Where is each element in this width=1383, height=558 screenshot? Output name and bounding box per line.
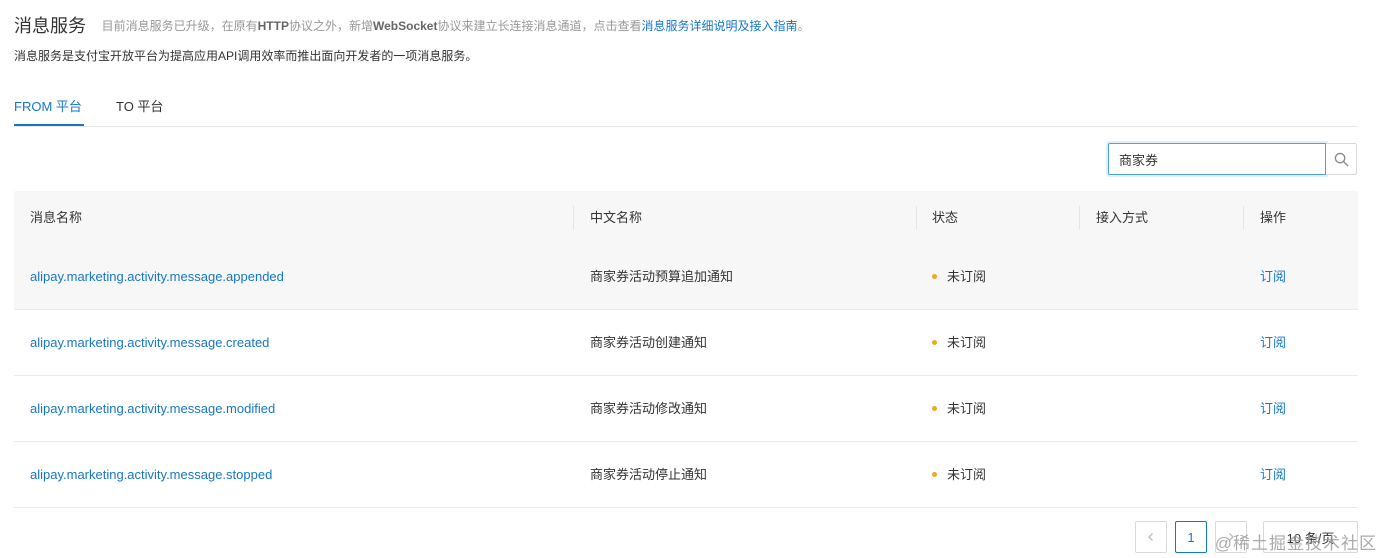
search-button[interactable] <box>1326 143 1357 175</box>
column-divider <box>1243 206 1244 230</box>
status-dot-icon <box>932 406 937 412</box>
table-row: alipay.marketing.activity.message.modifi… <box>14 376 1358 442</box>
column-message-name: 消息名称 <box>30 210 83 225</box>
search-input[interactable] <box>1108 143 1326 175</box>
column-divider <box>1079 206 1080 230</box>
page-subtitle: 消息服务是支付宝开放平台为提高应用API调用效率而推出面向开发者的一项消息服务。 <box>14 49 478 63</box>
page-header: 消息服务 目前消息服务已升级，在原有HTTP协议之外，新增WebSocket协议… <box>14 12 1363 38</box>
guide-link[interactable]: 消息服务详细说明及接入指南 <box>641 19 797 33</box>
status-cell: 未订阅 <box>932 310 986 375</box>
message-name-link[interactable]: alipay.marketing.activity.message.modifi… <box>30 376 275 441</box>
message-name-link[interactable]: alipay.marketing.activity.message.append… <box>30 244 284 309</box>
status-dot-icon <box>932 340 937 346</box>
column-access-method: 接入方式 <box>1096 210 1149 225</box>
chevron-left-icon <box>1148 533 1153 541</box>
subscribe-link[interactable]: 订阅 <box>1260 310 1286 375</box>
page-title: 消息服务 <box>14 16 86 36</box>
message-name-link[interactable]: alipay.marketing.activity.message.stoppe… <box>30 442 272 507</box>
status-dot-icon <box>932 472 937 478</box>
search-box <box>1108 143 1357 175</box>
prev-page-button[interactable] <box>1135 521 1167 553</box>
status-text: 未订阅 <box>947 335 987 350</box>
platform-tabs: FROM 平台 TO 平台 <box>14 88 1358 127</box>
page-number-button[interactable]: 1 <box>1175 521 1207 553</box>
message-name-link[interactable]: alipay.marketing.activity.message.create… <box>30 310 269 375</box>
status-cell: 未订阅 <box>932 442 986 507</box>
tab-from-platform[interactable]: FROM 平台 <box>14 96 84 126</box>
chinese-name: 商家券活动停止通知 <box>590 467 708 482</box>
column-chinese-name: 中文名称 <box>590 210 643 225</box>
column-divider <box>573 206 574 230</box>
column-action: 操作 <box>1260 210 1287 225</box>
status-text: 未订阅 <box>947 467 987 482</box>
column-status: 状态 <box>932 210 959 225</box>
status-cell: 未订阅 <box>932 244 986 309</box>
chinese-name: 商家券活动修改通知 <box>590 401 708 416</box>
status-dot-icon <box>932 274 937 280</box>
watermark: @稀土掘金技术社区 <box>1214 534 1377 553</box>
subscribe-link[interactable]: 订阅 <box>1260 244 1286 309</box>
subscribe-link[interactable]: 订阅 <box>1260 442 1286 507</box>
tab-to-platform[interactable]: TO 平台 <box>116 96 163 126</box>
status-cell: 未订阅 <box>932 376 986 441</box>
table-row: alipay.marketing.activity.message.create… <box>14 310 1358 376</box>
table-row: alipay.marketing.activity.message.append… <box>14 244 1358 310</box>
status-text: 未订阅 <box>947 269 987 284</box>
subscribe-link[interactable]: 订阅 <box>1260 376 1286 441</box>
status-text: 未订阅 <box>947 401 987 416</box>
table-row: alipay.marketing.activity.message.stoppe… <box>14 442 1358 508</box>
chinese-name: 商家券活动创建通知 <box>590 335 708 350</box>
column-divider <box>916 206 917 230</box>
table-header: 消息名称 中文名称 状态 接入方式 操作 <box>14 191 1358 244</box>
search-icon <box>1334 152 1348 166</box>
message-table: 消息名称 中文名称 状态 接入方式 操作 alipay.marketing.ac… <box>14 191 1358 508</box>
upgrade-notice: 目前消息服务已升级，在原有HTTP协议之外，新增WebSocket协议来建立长连… <box>101 18 810 33</box>
chinese-name: 商家券活动预算追加通知 <box>590 269 734 284</box>
